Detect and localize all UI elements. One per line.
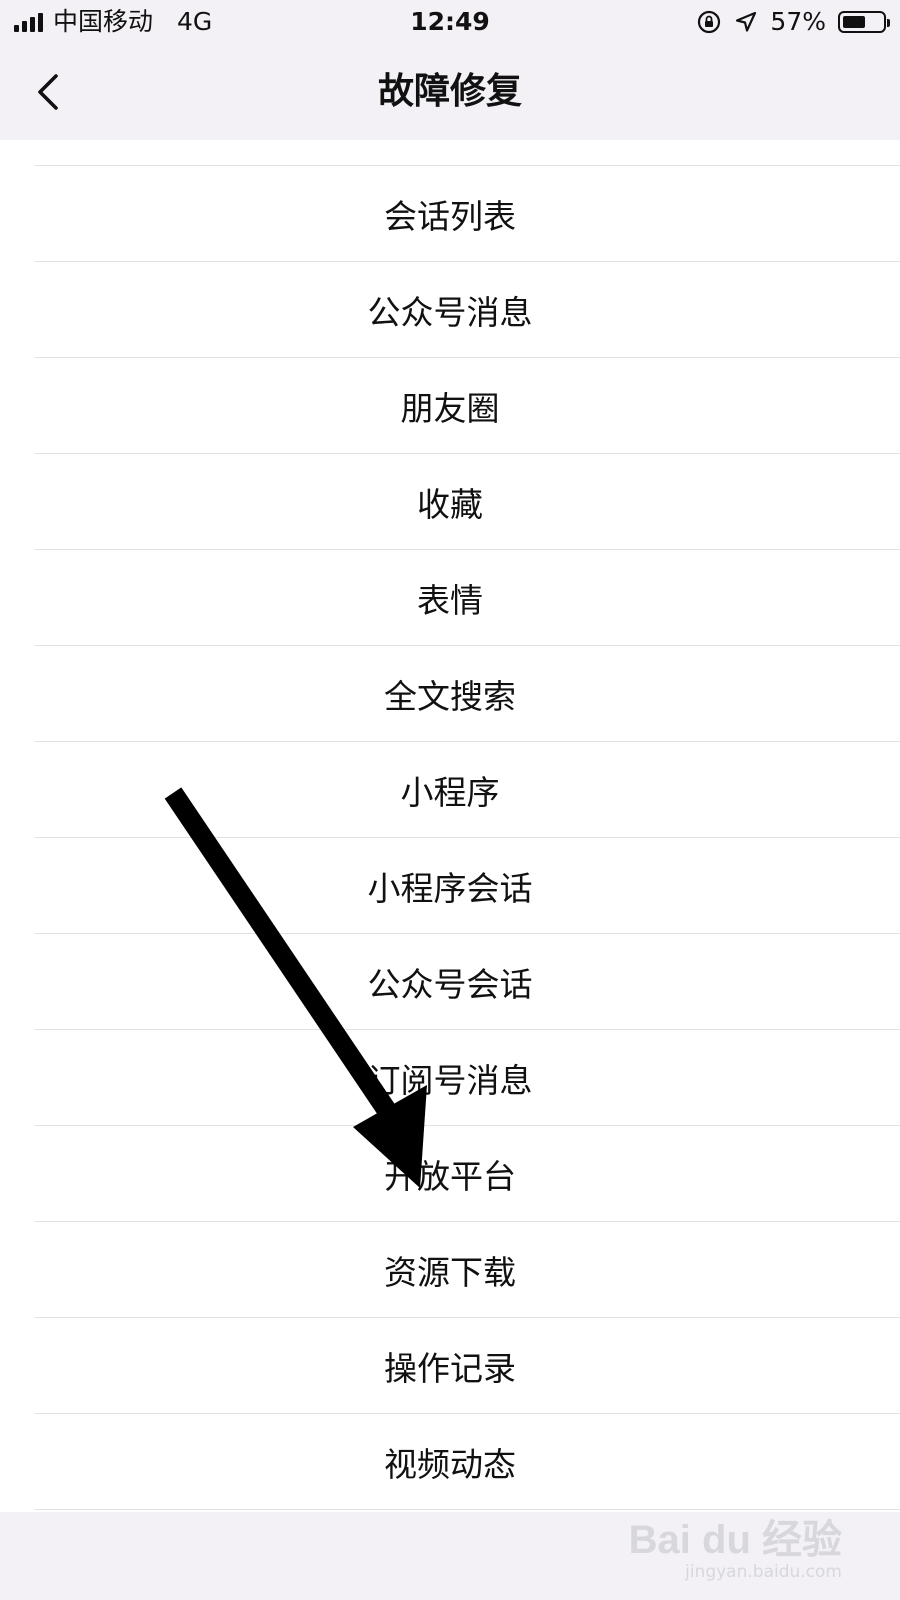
list-item[interactable]: 朋友圈 [35,358,900,454]
list-item-label: 朋友圈 [400,388,500,428]
list-item[interactable]: 订阅号消息 [35,1030,900,1126]
battery-icon [838,11,890,33]
list-item-label: 视频动态 [384,1444,516,1484]
list-item-label: 资源下载 [384,1252,516,1292]
list-item-label: 全文搜索 [384,676,516,716]
list-item-label: 小程序 [400,772,500,812]
list-item-label: 会话列表 [384,196,516,236]
list-item-label: 公众号消息 [367,292,533,332]
repair-options-list: 会话列表公众号消息朋友圈收藏表情全文搜索小程序小程序会话公众号会话订阅号消息开放… [0,140,900,1512]
list-item[interactable]: 小程序 [35,742,900,838]
battery-percent: 57% [770,7,826,36]
list-item[interactable]: 全文搜索 [35,646,900,742]
list-item[interactable]: 公众号会话 [35,934,900,1030]
page-title: 故障修复 [377,71,522,112]
battery-fill [843,16,865,28]
list-item[interactable]: 会话列表 [35,166,900,262]
list-item-label: 操作记录 [384,1348,516,1388]
status-right: 57% [696,7,890,37]
list-item[interactable]: 操作记录 [35,1318,900,1414]
list-item[interactable]: 资源下载 [35,1222,900,1318]
list-item-label: 收藏 [417,484,483,524]
list-item[interactable]: 表情 [35,550,900,646]
list-item[interactable]: 公众号消息 [35,262,900,358]
list-item[interactable]: 收藏 [35,454,900,550]
list-item-label: 开放平台 [384,1156,516,1196]
list-item-label: 公众号会话 [367,964,533,1004]
location-icon [736,11,757,32]
watermark-logo: Bai du 经验 [628,1518,842,1562]
watermark: Bai du 经验 jingyan.baidu.com [629,1518,842,1582]
list-item-label: 小程序会话 [367,868,533,908]
list-item-partially-hidden[interactable] [35,140,900,166]
list-item[interactable]: 视频动态 [35,1414,900,1510]
orientation-lock-icon [698,10,721,34]
list-item-label: 表情 [417,580,483,620]
navigation-bar: 故障修复 [0,44,900,141]
list-item[interactable]: 开放平台 [35,1126,900,1222]
status-bar: 中国移动 4G 12:49 57% [0,0,900,44]
list-item[interactable]: 小程序会话 [35,838,900,934]
watermark-url: jingyan.baidu.com [685,1562,842,1582]
list-item-label: 订阅号消息 [367,1060,533,1100]
bottom-area: Bai du 经验 jingyan.baidu.com [0,1512,900,1600]
